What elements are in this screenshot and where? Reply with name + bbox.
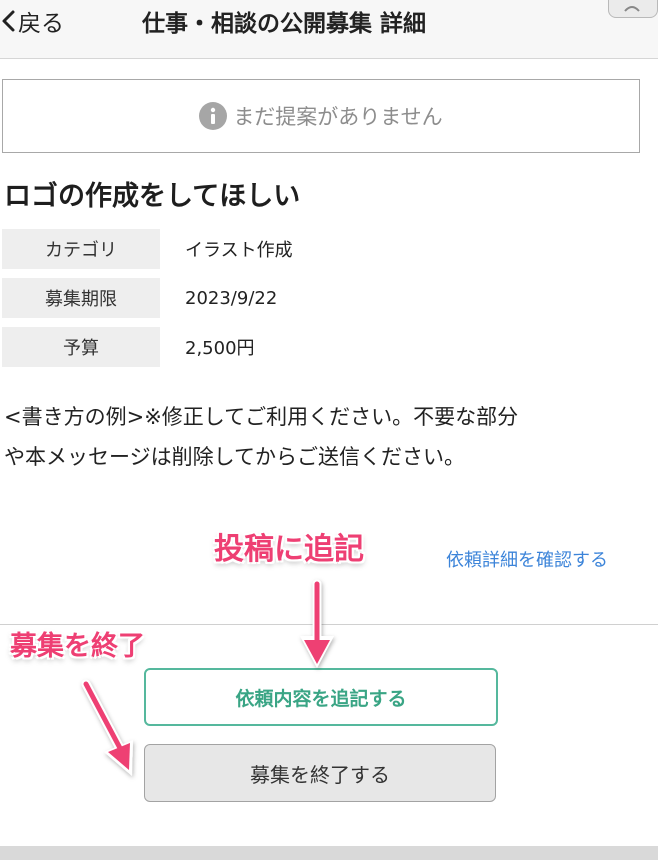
post-body-line: <書き方の例>※修正してご利用ください。不要な部分 [4, 405, 519, 429]
info-icon [199, 102, 228, 130]
info-row-budget: 予算 2,500円 [2, 327, 422, 367]
arrow-diagonal-icon [81, 679, 133, 776]
info-label: カテゴリ [2, 229, 160, 269]
post-body-line: や本メッセージは削除してからご送信ください。 [4, 445, 465, 469]
info-row-category: カテゴリ イラスト作成 [2, 229, 422, 269]
info-label: 予算 [2, 327, 160, 367]
header-bar: 戻る 仕事・相談の公開募集 詳細 [0, 0, 658, 59]
chevron-left-icon [2, 10, 15, 32]
annotation-end-note: 募集を終了 [10, 631, 145, 662]
append-request-button[interactable]: 依頼内容を追記する [144, 668, 498, 726]
header-menu-button[interactable] [608, 0, 658, 18]
view-request-details-link[interactable]: 依頼詳細を確認する [446, 546, 608, 572]
post-body: <書き方の例>※修正してご利用ください。不要な部分 や本メッセージは削除してから… [4, 397, 654, 477]
menu-icon [624, 6, 640, 12]
arrow-down-icon [300, 579, 334, 668]
info-value: 2,500円 [185, 338, 255, 359]
back-button[interactable]: 戻る [0, 4, 64, 38]
end-recruitment-button[interactable]: 募集を終了する [144, 744, 496, 802]
info-value: 2023/9/22 [185, 287, 278, 309]
notice-text: まだ提案がありません [233, 105, 443, 129]
back-label: 戻る [18, 11, 64, 37]
page-title: 仕事・相談の公開募集 詳細 [142, 11, 427, 37]
info-value: イラスト作成 [185, 240, 293, 261]
info-label: 募集期限 [2, 278, 160, 318]
info-row-deadline: 募集期限 2023/9/22 [2, 278, 422, 318]
bottom-edge [0, 846, 658, 860]
annotation-append-note: 投稿に追記 [214, 532, 364, 567]
post-title: ロゴの作成をしてほしい [4, 181, 301, 212]
no-proposals-notice: まだ提案がありません [2, 79, 640, 153]
